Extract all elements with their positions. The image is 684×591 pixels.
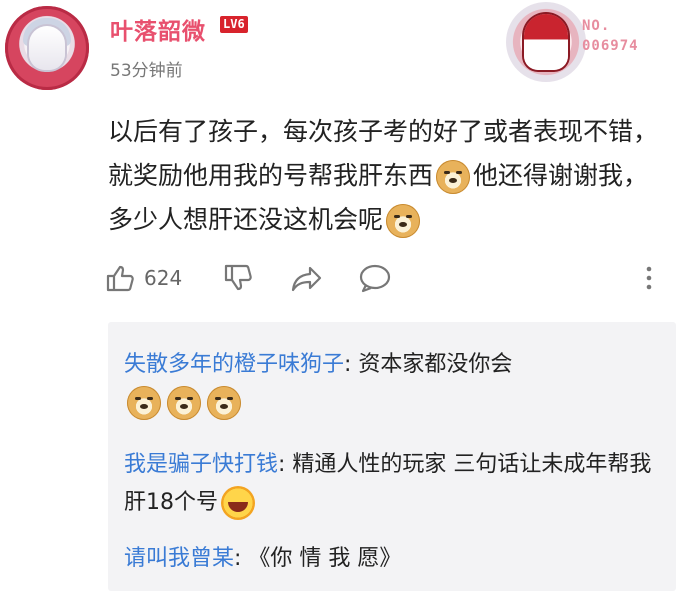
comment-text: 以后有了孩子，每次孩子考的好了或者表现不错，就奖励他用我的号帮我肝东西 他还得谢谢… <box>108 110 668 242</box>
reply-text: 《你 情 我 愿》 <box>241 546 402 571</box>
fan-medal[interactable] <box>506 2 586 82</box>
medal-number-value: 006974 <box>582 38 639 54</box>
like-count: 624 <box>144 266 183 290</box>
user-avatar[interactable] <box>5 6 89 90</box>
dislike-button[interactable] <box>222 258 254 298</box>
doge-emoji-icon <box>386 204 421 238</box>
reply-item[interactable]: 我是骗子快打钱: 精通人性的玩家 三句话让未成年帮我肝18个号 <box>124 446 664 522</box>
thumbs-down-icon <box>224 264 252 291</box>
more-vertical-icon <box>646 266 652 290</box>
doge-emoji-icon <box>436 160 471 194</box>
share-button[interactable] <box>290 258 324 298</box>
username[interactable]: 叶落韶微 <box>110 12 206 46</box>
reply-author[interactable]: 失散多年的橙子味狗子 <box>124 352 344 377</box>
like-button[interactable]: 624 <box>104 258 182 298</box>
reply-panel: 失散多年的橙子味狗子: 资本家都没你会 我是骗子快打钱: 精通人性的玩家 三句话… <box>108 322 676 591</box>
share-icon <box>291 266 322 292</box>
laughing-emoji-icon <box>221 486 255 520</box>
medal-character <box>524 14 568 70</box>
reply-author[interactable]: 我是骗子快打钱 <box>124 452 278 477</box>
timestamp: 53分钟前 <box>110 61 183 81</box>
level-badge: LV6 <box>220 16 248 33</box>
reply-author[interactable]: 请叫我曾某 <box>124 546 234 571</box>
reply-button[interactable] <box>358 258 392 298</box>
reply-item[interactable]: 请叫我曾某: 《你 情 我 愿》 <box>124 540 664 578</box>
thumbs-up-icon <box>106 265 134 292</box>
reply-item[interactable]: 失散多年的橙子味狗子: 资本家都没你会 <box>124 346 664 422</box>
doge-emoji-icon <box>167 386 201 420</box>
avatar-face <box>29 26 65 70</box>
doge-emoji-icon <box>207 386 241 420</box>
more-button[interactable] <box>644 258 654 298</box>
reply-text: 资本家都没你会 <box>351 352 513 377</box>
medal-number: NO. 006974 <box>582 16 639 56</box>
medal-number-label: NO. <box>582 18 611 34</box>
comment-icon <box>359 264 391 293</box>
action-bar: 624 <box>104 258 664 298</box>
doge-emoji-icon <box>127 386 161 420</box>
